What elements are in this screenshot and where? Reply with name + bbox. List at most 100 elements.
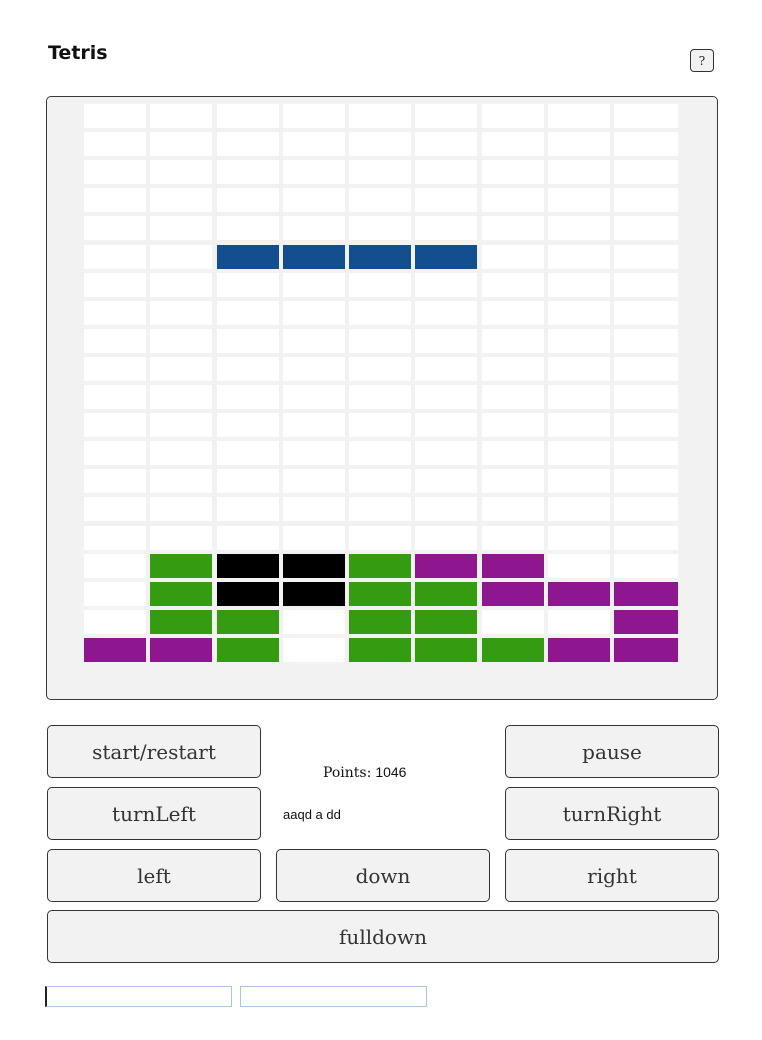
board-cell-empty <box>84 385 146 409</box>
board-cell-purple <box>614 638 678 662</box>
board-cell-green <box>415 638 477 662</box>
board-cell-empty <box>283 469 345 493</box>
board-cell-empty <box>614 301 678 325</box>
turn-right-button[interactable]: turnRight <box>505 787 719 840</box>
board-cell-empty <box>349 216 411 240</box>
board-cell-purple <box>548 582 610 606</box>
right-button[interactable]: right <box>505 849 719 902</box>
board-cell-empty <box>84 273 146 297</box>
board-cell-empty <box>482 188 544 212</box>
points-label: Points: <box>323 765 372 781</box>
help-button[interactable]: ? <box>690 49 714 72</box>
board-cell-empty <box>283 610 345 634</box>
full-down-button[interactable]: fulldown <box>47 910 719 963</box>
board-cell-empty <box>349 497 411 521</box>
board-cell-green <box>349 582 411 606</box>
board-cell-purple <box>84 638 146 662</box>
board-cell-empty <box>217 132 279 156</box>
board-cell-empty <box>548 273 610 297</box>
board-cell-green <box>150 554 212 578</box>
board-cell-empty <box>415 357 477 381</box>
board-cell-empty <box>482 526 544 550</box>
board-cell-empty <box>415 104 477 128</box>
board-cell-empty <box>283 132 345 156</box>
board-cell-empty <box>415 188 477 212</box>
turn-left-button[interactable]: turnLeft <box>47 787 261 840</box>
board-cell-empty <box>84 413 146 437</box>
board-cell-empty <box>283 357 345 381</box>
board-cell-empty <box>349 132 411 156</box>
board-cell-empty <box>349 329 411 353</box>
board-cell-green <box>217 610 279 634</box>
board-cell-black <box>283 582 345 606</box>
board-cell-empty <box>150 497 212 521</box>
board-cell-empty <box>548 160 610 184</box>
board-cell-empty <box>482 216 544 240</box>
down-button[interactable]: down <box>276 849 490 902</box>
board-cell-empty <box>349 469 411 493</box>
board-cell-empty <box>150 132 212 156</box>
pause-button[interactable]: pause <box>505 725 719 778</box>
board-cell-empty <box>150 526 212 550</box>
board-cell-purple <box>150 638 212 662</box>
board-cell-empty <box>548 497 610 521</box>
board-cell-empty <box>283 385 345 409</box>
board-cell-empty <box>548 329 610 353</box>
board-cell-green <box>415 610 477 634</box>
text-input-2[interactable] <box>240 986 427 1007</box>
board-cell-empty <box>349 413 411 437</box>
board-cell-empty <box>415 441 477 465</box>
board-cell-empty <box>614 385 678 409</box>
board-cell-empty <box>150 160 212 184</box>
board-cell-empty <box>415 497 477 521</box>
board-cell-blue <box>283 245 345 269</box>
board-cell-empty <box>84 132 146 156</box>
board-cell-empty <box>415 469 477 493</box>
board-cell-empty <box>217 357 279 381</box>
board-cell-empty <box>84 104 146 128</box>
board-cell-empty <box>548 385 610 409</box>
text-input-1[interactable] <box>45 986 232 1007</box>
board-cell-empty <box>150 216 212 240</box>
board-cell-green <box>349 554 411 578</box>
board-cell-empty <box>548 245 610 269</box>
board-cell-empty <box>415 526 477 550</box>
board-cell-empty <box>548 301 610 325</box>
board-cell-empty <box>150 385 212 409</box>
board-cell-empty <box>482 104 544 128</box>
board-cell-empty <box>217 385 279 409</box>
board-cell-empty <box>217 273 279 297</box>
board-cell-empty <box>482 441 544 465</box>
board-cell-empty <box>84 216 146 240</box>
board-cell-empty <box>150 357 212 381</box>
board-cell-empty <box>283 273 345 297</box>
board-cell-purple <box>482 554 544 578</box>
board-cell-empty <box>217 329 279 353</box>
board-cell-empty <box>482 357 544 381</box>
board-cell-empty <box>482 413 544 437</box>
board-cell-empty <box>217 526 279 550</box>
board-cell-black <box>217 582 279 606</box>
board-cell-empty <box>482 160 544 184</box>
start-restart-button[interactable]: start/restart <box>47 725 261 778</box>
board-cell-empty <box>614 441 678 465</box>
board-cell-green <box>150 582 212 606</box>
board-cell-empty <box>415 216 477 240</box>
left-button[interactable]: left <box>47 849 261 902</box>
board-cell-purple <box>614 610 678 634</box>
board-cell-empty <box>217 188 279 212</box>
board-cell-empty <box>415 132 477 156</box>
board-cell-empty <box>283 329 345 353</box>
board-cell-purple <box>482 582 544 606</box>
board-cell-empty <box>482 385 544 409</box>
board-cell-empty <box>283 413 345 437</box>
board-cell-empty <box>84 329 146 353</box>
board-cell-empty <box>217 497 279 521</box>
board-cell-empty <box>482 245 544 269</box>
board-cell-empty <box>283 188 345 212</box>
board-cell-empty <box>349 104 411 128</box>
board-cell-empty <box>614 329 678 353</box>
board-cell-empty <box>548 441 610 465</box>
board-cell-empty <box>614 554 678 578</box>
board-cell-empty <box>150 301 212 325</box>
